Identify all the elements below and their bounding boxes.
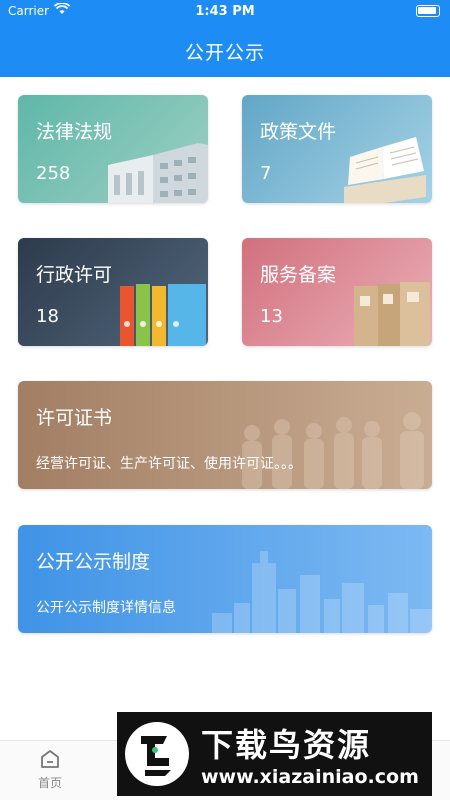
clock: 1:43 PM: [195, 4, 255, 19]
card-policies[interactable]: 政策文件 7: [242, 95, 432, 203]
building-icon: [108, 143, 208, 203]
card-title: 服务备案: [260, 264, 337, 286]
binders-icon: [120, 284, 206, 346]
card-service-filing[interactable]: 服务备案 13: [242, 238, 432, 346]
battery-icon: [416, 5, 440, 17]
file-folders-icon: [354, 282, 430, 346]
card-disclosure-system[interactable]: 公开公示制度 公开公示制度详情信息: [18, 525, 432, 633]
app-header: Carrier 1:43 PM 公开公示: [0, 0, 450, 77]
card-licensing[interactable]: 行政许可 18: [18, 238, 208, 346]
card-subtitle: 经营许可证、生产许可证、使用许可证。。。: [36, 456, 302, 472]
card-title: 行政许可: [36, 264, 113, 286]
city-skyline-icon: [212, 551, 432, 633]
tab-home[interactable]: 首页: [5, 747, 95, 791]
card-count: 18: [36, 306, 59, 327]
card-subtitle: 公开公示制度详情信息: [36, 600, 176, 616]
watermark-url: www.xiazainiao.com: [201, 766, 419, 788]
people-silhouette-icon: [242, 412, 424, 489]
card-count: 7: [260, 163, 272, 184]
card-count: 258: [36, 163, 71, 184]
status-bar: Carrier 1:43 PM: [0, 0, 450, 24]
card-count: 13: [260, 306, 283, 327]
watermark-name: 下载鸟资源: [201, 726, 372, 764]
watermark-banner: 下载鸟资源 www.xiazainiao.com: [117, 712, 432, 796]
card-laws[interactable]: 法律法规 258: [18, 95, 208, 203]
home-icon: [41, 750, 59, 768]
page-title: 公开公示: [184, 42, 265, 64]
card-title: 许可证书: [36, 407, 113, 429]
card-certificates[interactable]: 许可证书 经营许可证、生产许可证、使用许可证。。。: [18, 381, 432, 489]
card-title: 法律法规: [36, 121, 113, 143]
bird-logo-icon: [125, 722, 189, 786]
card-title: 公开公示制度: [36, 551, 151, 573]
tab-label: 首页: [37, 776, 62, 790]
open-book-icon: [344, 137, 426, 203]
card-title: 政策文件: [260, 121, 337, 143]
